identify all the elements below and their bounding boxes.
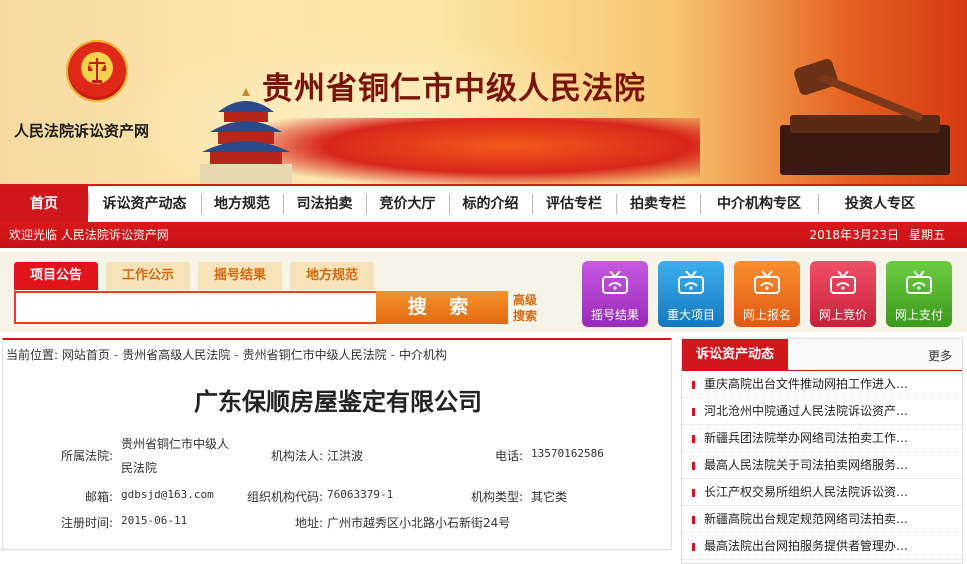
- nav-item-lot-intro[interactable]: 标的介绍: [449, 186, 532, 222]
- news-item[interactable]: 长江产权交易所组织人民法院诉讼资…: [682, 479, 962, 506]
- nav-item-local-rules[interactable]: 地方规范: [201, 186, 283, 222]
- news-item[interactable]: 新疆高院出台规定规范网络司法拍卖…: [682, 506, 962, 533]
- email-value: gdbsjd@163.com: [121, 488, 214, 501]
- tv-icon: [906, 271, 932, 294]
- agency-detail-panel: 当前位置: 网站首页 - 贵州省高级人民法院 - 贵州省铜仁市中级人民法院 - 中介机构 广…: [2, 338, 672, 550]
- date-text: 2018年3月23日: [809, 228, 899, 242]
- org-code-label: 组织机构代码:: [246, 490, 323, 504]
- breadcrumb-item-high-court[interactable]: 贵州省高级人民法院: [122, 348, 230, 362]
- phone-label: 电话:: [494, 449, 523, 463]
- org-code-value: 76063379-1: [327, 488, 394, 501]
- weekday-text: 星期五: [908, 228, 945, 242]
- news-item[interactable]: 河北沧州中院通过人民法院诉讼资产…: [682, 398, 962, 425]
- news-sidebar: 诉讼资产动态 更多 重庆高院出台文件推动网拍工作进入… 河北沧州中院通过人民法院…: [681, 338, 963, 564]
- court-value-line2: 民法院: [121, 461, 158, 475]
- quick-link-label: 重大项目: [666, 308, 715, 322]
- quick-link-online-registration[interactable]: 网上报名: [734, 261, 800, 327]
- news-item[interactable]: 新疆兵团法院举办网络司法拍卖工作…: [682, 425, 962, 452]
- legal-person-value: 江洪波: [327, 449, 364, 463]
- quick-links: 摇号结果 重大项目 网上报名 网上竞价 网上支付: [582, 261, 962, 327]
- quick-link-label: 摇号结果: [590, 308, 639, 322]
- nav-item-litigation-asset-news[interactable]: 诉讼资产动态: [88, 186, 201, 222]
- advanced-search-link[interactable]: 高级搜索: [513, 292, 541, 324]
- date-display: 2018年3月23日 星期五: [810, 222, 945, 248]
- site-name: 人民法院诉讼资产网: [14, 122, 150, 140]
- search-button[interactable]: 搜 索: [376, 291, 508, 324]
- tab-project-notice[interactable]: 项目公告: [14, 262, 98, 290]
- tv-icon: [678, 271, 704, 294]
- breadcrumb-prefix: 当前位置:: [6, 348, 59, 362]
- main-nav: 首页 诉讼资产动态 地方规范 司法拍卖 竞价大厅 标的介绍 评估专栏 拍卖专栏 …: [0, 184, 967, 222]
- tab-local-rules[interactable]: 地方规范: [290, 262, 374, 290]
- news-item[interactable]: 最高法院出台网拍服务提供者管理办…: [682, 533, 962, 560]
- quick-link-label: 网上报名: [742, 308, 791, 322]
- sidebar-header: 诉讼资产动态 更多: [682, 339, 962, 371]
- address-label: 地址:: [294, 516, 323, 530]
- search-input[interactable]: [14, 291, 378, 324]
- more-link[interactable]: 更多: [928, 347, 952, 364]
- nav-item-judicial-auction[interactable]: 司法拍卖: [283, 186, 366, 222]
- court-emblem-icon: [66, 40, 128, 102]
- sidebar-title: 诉讼资产动态: [682, 339, 788, 371]
- org-type-value: 其它类: [531, 490, 568, 504]
- nav-item-investor-zone[interactable]: 投资人专区: [818, 186, 942, 222]
- phone-value: 13570162586: [531, 447, 604, 460]
- legal-person-label: 机构法人:: [270, 449, 323, 463]
- breadcrumb: 当前位置: 网站首页 - 贵州省高级人民法院 - 贵州省铜仁市中级人民法院 - 中介机构: [6, 348, 447, 362]
- site-banner: 人民法院诉讼资产网 贵州省铜仁市中级人民法院: [0, 0, 967, 184]
- welcome-bar: 欢迎光临 人民法院诉讼资产网 2018年3月23日 星期五: [0, 222, 967, 248]
- company-name: 广东保顺房屋鉴定有限公司: [194, 387, 482, 416]
- quick-link-label: 网上支付: [894, 308, 943, 322]
- nav-item-bidding-hall[interactable]: 竞价大厅: [366, 186, 449, 222]
- search-tabs: 项目公告 工作公示 摇号结果 地方规范: [14, 262, 382, 290]
- breadcrumb-item-home[interactable]: 网站首页: [62, 348, 110, 362]
- nav-item-auction-column[interactable]: 拍卖专栏: [616, 186, 700, 222]
- quick-link-major-projects[interactable]: 重大项目: [658, 261, 724, 327]
- tv-icon: [754, 271, 780, 294]
- quick-link-online-bidding[interactable]: 网上竞价: [810, 261, 876, 327]
- tab-lottery-results[interactable]: 摇号结果: [198, 262, 282, 290]
- court-title: 贵州省铜仁市中级人民法院: [262, 71, 646, 107]
- nav-item-home[interactable]: 首页: [0, 186, 88, 222]
- search-panel: 项目公告 工作公示 摇号结果 地方规范 搜 索 高级搜索 摇号结果 重大项目 网…: [0, 252, 967, 332]
- welcome-text: 欢迎光临 人民法院诉讼资产网: [9, 228, 169, 242]
- court-label: 所属法院:: [60, 449, 113, 463]
- news-list: 重庆高院出台文件推动网拍工作进入… 河北沧州中院通过人民法院诉讼资产… 新疆兵团…: [682, 371, 962, 560]
- court-value-line1: 贵州省铜仁市中级人: [121, 437, 230, 451]
- tab-work-publicity[interactable]: 工作公示: [106, 262, 190, 290]
- nav-item-appraisal-column[interactable]: 评估专栏: [532, 186, 616, 222]
- quick-link-lottery-results[interactable]: 摇号结果: [582, 261, 648, 327]
- news-item[interactable]: 最高人民法院关于司法拍卖网络服务…: [682, 452, 962, 479]
- address-value: 广州市越秀区小北路小石新街24号: [327, 516, 511, 530]
- reg-date-label: 注册时间:: [60, 516, 113, 530]
- email-label: 邮箱:: [84, 490, 113, 504]
- nav-item-agency-zone[interactable]: 中介机构专区: [700, 186, 818, 222]
- breadcrumb-item-agency[interactable]: 中介机构: [399, 348, 447, 362]
- quick-link-label: 网上竞价: [818, 308, 867, 322]
- org-type-label: 机构类型:: [470, 490, 523, 504]
- breadcrumb-item-intermediate-court[interactable]: 贵州省铜仁市中级人民法院: [243, 348, 387, 362]
- gavel-icon: [780, 59, 950, 175]
- news-item[interactable]: 重庆高院出台文件推动网拍工作进入…: [682, 371, 962, 398]
- tv-icon: [830, 271, 856, 294]
- tv-icon: [602, 271, 628, 294]
- quick-link-online-payment[interactable]: 网上支付: [886, 261, 952, 327]
- reg-date-value: 2015-06-11: [121, 514, 188, 527]
